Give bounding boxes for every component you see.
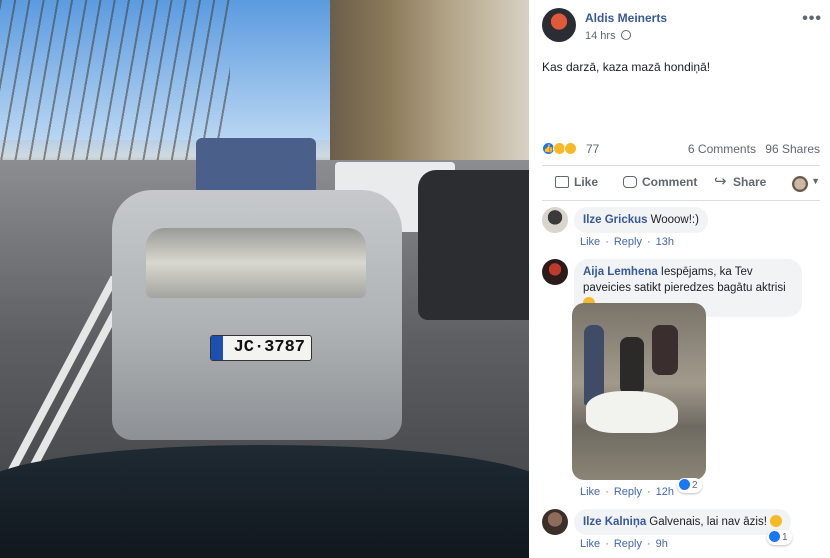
commenter-name[interactable]: Ilze Kalniņa	[583, 516, 646, 528]
comment-time[interactable]: 9h	[656, 538, 668, 550]
photo-trees	[0, 0, 230, 160]
post-photo[interactable]: JC·3787	[0, 0, 529, 558]
reaction-icons[interactable]: 👍	[542, 141, 577, 156]
post-time[interactable]: 14 hrs	[585, 30, 631, 42]
photo-honda: JC·3787	[112, 190, 402, 440]
comment-like-link[interactable]: Like	[580, 486, 600, 498]
photo-van	[196, 138, 316, 198]
photo-dark-car	[418, 170, 529, 320]
comment-button[interactable]: Comment	[623, 175, 697, 189]
divider	[542, 200, 820, 201]
wow-reaction-icon	[564, 142, 577, 156]
comment: Ilze Grickus Wooow!:) Like · Reply · 13h	[542, 207, 822, 248]
smile-emoji-icon	[770, 515, 783, 527]
commenter-name[interactable]: Aija Lemhena	[583, 266, 658, 278]
photo-goat	[586, 391, 678, 433]
commenter-avatar[interactable]	[542, 509, 568, 535]
comment-meta: Like · Reply · 9h	[580, 538, 668, 550]
comment-bubble: Ilze Grickus Wooow!:)	[574, 207, 708, 233]
comment-time[interactable]: 13h	[656, 236, 674, 248]
photo-honda-rear-window	[146, 228, 366, 298]
comment-meta: Like · Reply · 12h	[580, 486, 675, 498]
post-header: Aldis Meinerts 14 hrs •••	[542, 8, 822, 44]
comment-time[interactable]: 12h	[656, 486, 674, 498]
viewer-avatar[interactable]	[792, 176, 808, 192]
license-plate: JC·3787	[210, 335, 312, 361]
like-icon	[679, 479, 690, 490]
engagement-counts: 6 Comments 96 Shares	[688, 142, 820, 156]
thumbs-up-icon	[555, 176, 569, 188]
comment-reply-link[interactable]: Reply	[614, 486, 642, 498]
post-text: Kas darzā, kaza mazā hondiņā!	[542, 60, 711, 74]
comment-like-badge[interactable]: 2	[677, 478, 702, 493]
commenter-avatar[interactable]	[542, 259, 568, 285]
like-button[interactable]: Like	[555, 175, 598, 189]
share-button[interactable]: Share	[714, 172, 766, 190]
post-actions: Like Comment Share ▼	[542, 170, 820, 196]
divider	[542, 165, 820, 166]
photo-hood	[0, 445, 529, 558]
share-arrow-icon	[714, 172, 728, 190]
comment-text: Wooow!:)	[650, 214, 699, 226]
commenter-name[interactable]: Ilze Grickus	[583, 214, 648, 226]
chevron-down-icon[interactable]: ▼	[811, 176, 820, 186]
comment-bubble: Ilze Kalniņa Galvenais, lai nav āzis!	[574, 509, 792, 535]
comment-like-badge[interactable]: 1	[767, 530, 792, 545]
commenter-avatar[interactable]	[542, 207, 568, 233]
comment-reply-link[interactable]: Reply	[614, 236, 642, 248]
reaction-count[interactable]: 77	[586, 142, 599, 156]
like-icon	[769, 531, 780, 542]
author-avatar[interactable]	[542, 8, 576, 42]
comments-count[interactable]: 6 Comments	[688, 142, 756, 156]
comment-reply-link[interactable]: Reply	[614, 538, 642, 550]
comment-like-link[interactable]: Like	[580, 538, 600, 550]
comment-photo[interactable]	[572, 303, 706, 480]
reactions-bar: 👍 77 6 Comments 96 Shares	[542, 141, 820, 157]
globe-icon	[620, 30, 631, 40]
speech-bubble-icon	[623, 176, 637, 188]
comment: Ilze Kalniņa Galvenais, lai nav āzis! Lik…	[542, 509, 822, 554]
more-options-icon[interactable]: •••	[802, 10, 822, 28]
comment-text: Galvenais, lai nav āzis!	[649, 516, 767, 528]
comment-like-link[interactable]: Like	[580, 236, 600, 248]
post-panel: Aldis Meinerts 14 hrs ••• Kas darzā, kaz…	[529, 0, 830, 558]
shares-count[interactable]: 96 Shares	[765, 142, 820, 156]
comment-meta: Like · Reply · 13h	[580, 236, 675, 248]
author-name[interactable]: Aldis Meinerts	[585, 11, 667, 25]
